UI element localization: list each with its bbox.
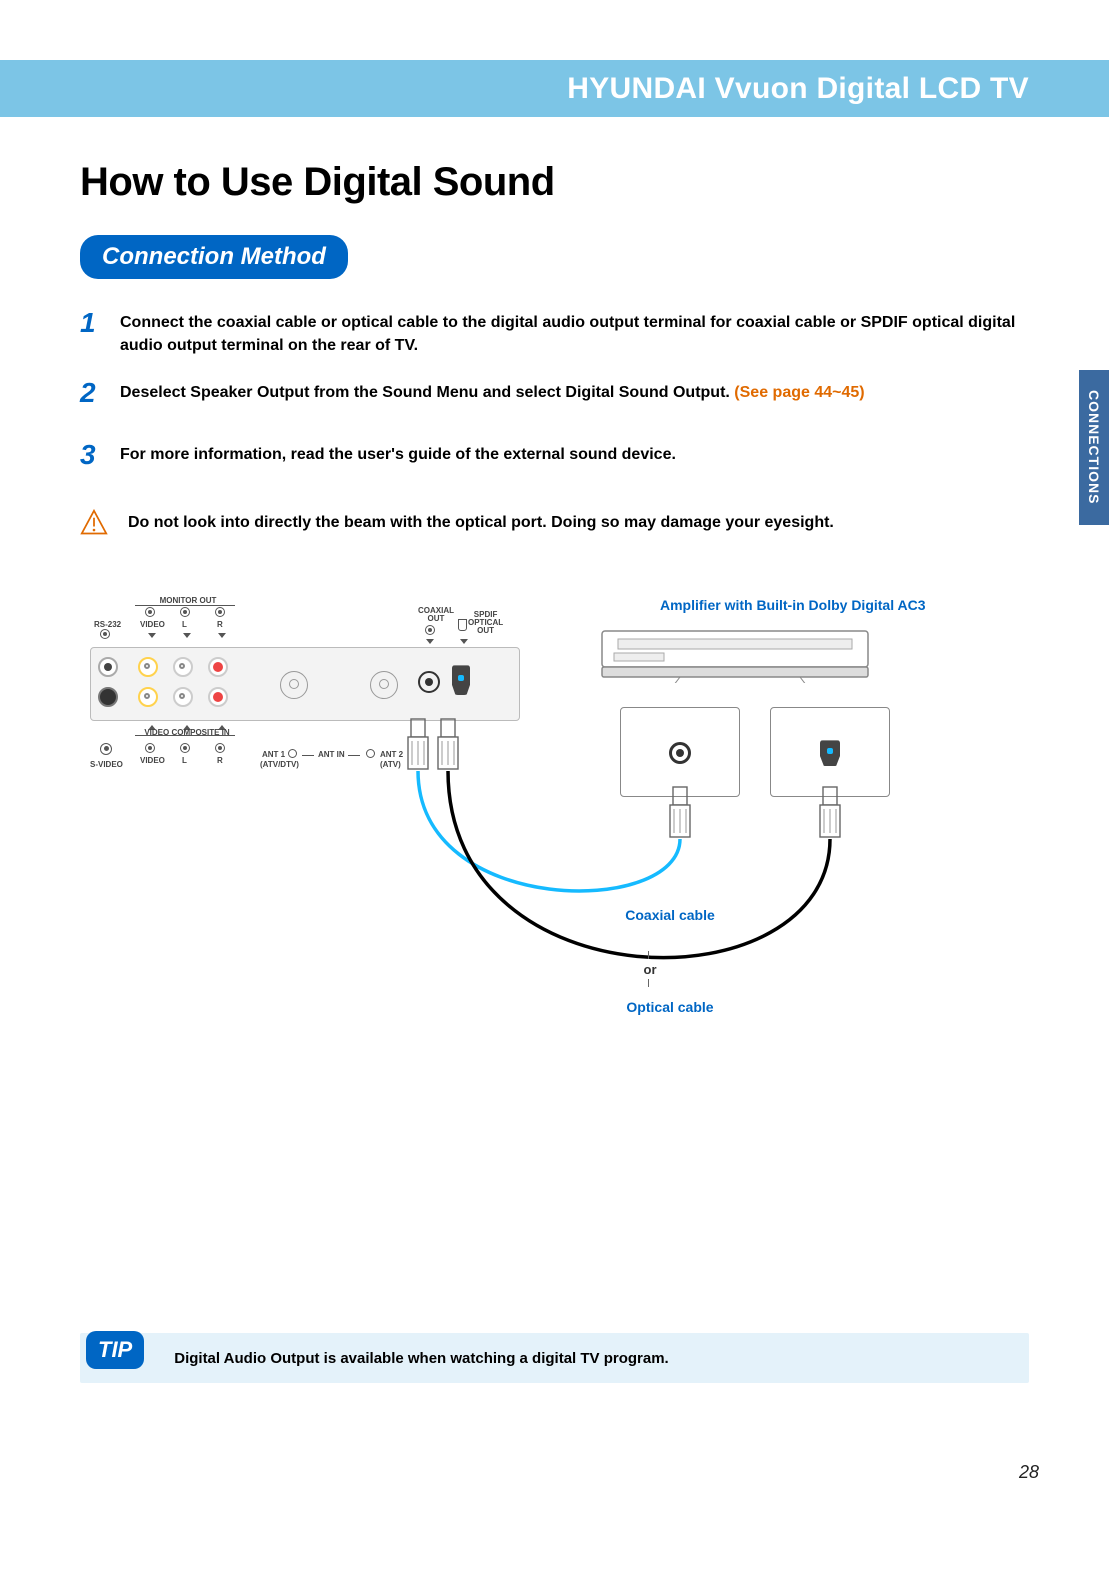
step-number: 1 [80,309,120,337]
section-heading: Connection Method [80,235,348,279]
coaxial-cable [80,567,1010,1077]
side-tab-connections: CONNECTIONS [1079,370,1109,525]
page-title: How to Use Digital Sound [80,160,1029,205]
label-coaxial-cable: Coaxial cable [620,907,720,923]
step-number: 2 [80,379,120,407]
step-text: Deselect Speaker Output from the Sound M… [120,379,865,404]
warning-icon [80,509,108,537]
page-reference: (See page 44~45) [734,384,864,401]
page-content: How to Use Digital Sound Connection Meth… [0,120,1109,1087]
warning-row: Do not look into directly the beam with … [80,509,1029,537]
page-number: 28 [1019,1462,1039,1483]
step-text: For more information, read the user's gu… [120,441,676,466]
header-bar: HYUNDAI Vvuon Digital LCD TV [0,60,1109,120]
tip-badge: TIP [86,1331,144,1369]
product-line: HYUNDAI Vvuon Digital LCD TV [567,72,1029,106]
step-row: 2 Deselect Speaker Output from the Sound… [80,379,1029,407]
step-number: 3 [80,441,120,469]
step-row: 1 Connect the coaxial cable or optical c… [80,309,1029,357]
connection-diagram: MONITOR OUT RS-232 VIDEO L R COAXIAL OUT… [80,567,1010,1077]
step-row: 3 For more information, read the user's … [80,441,1029,469]
step-text: Connect the coaxial cable or optical cab… [120,309,1029,357]
label-optical-cable: Optical cable [610,999,730,1015]
tip-bar: TIP Digital Audio Output is available wh… [80,1333,1029,1383]
tip-text: Digital Audio Output is available when w… [174,1350,669,1367]
label-or: or [620,962,680,977]
warning-text: Do not look into directly the beam with … [128,514,834,532]
